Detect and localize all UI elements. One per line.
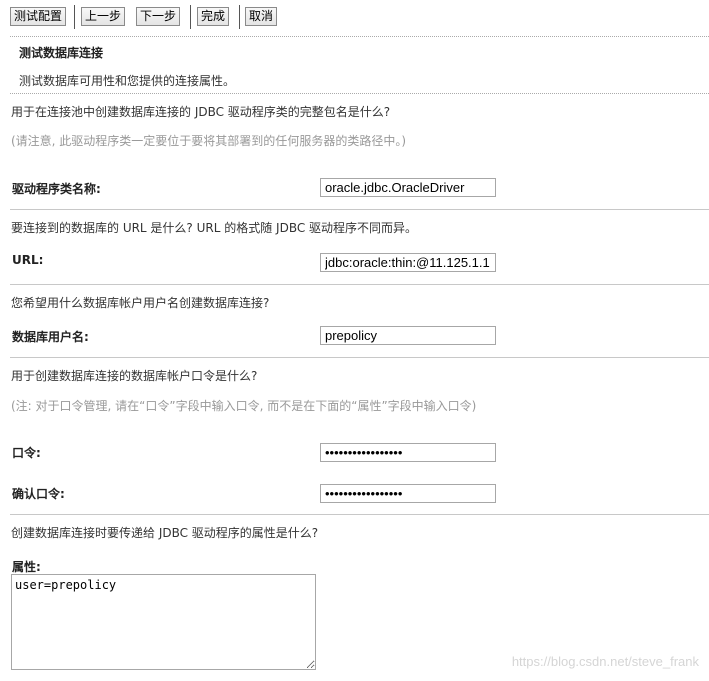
divider bbox=[10, 93, 709, 94]
password-label: 口令: bbox=[12, 446, 41, 460]
watermark: https://blog.csdn.net/steve_frank bbox=[511, 654, 699, 669]
url-input[interactable] bbox=[320, 253, 496, 272]
finish-button[interactable]: 完成 bbox=[197, 7, 230, 26]
username-label: 数据库用户名: bbox=[12, 330, 89, 344]
properties-textarea[interactable]: user=prepolicy bbox=[11, 574, 316, 670]
properties-label: 属性: bbox=[12, 560, 41, 574]
next-button[interactable]: 下一步 bbox=[136, 7, 181, 26]
confirm-password-label: 确认口令: bbox=[12, 487, 65, 501]
divider bbox=[10, 36, 709, 37]
password-question: 用于创建数据库连接的数据库帐户口令是什么? bbox=[11, 369, 258, 383]
prev-button[interactable]: 上一步 bbox=[81, 7, 126, 26]
driver-class-input[interactable] bbox=[320, 178, 496, 197]
driver-question: 用于在连接池中创建数据库连接的 JDBC 驱动程序类的完整包名是什么? bbox=[11, 105, 391, 119]
properties-question: 创建数据库连接时要传递给 JDBC 驱动程序的属性是什么? bbox=[11, 526, 319, 540]
divider bbox=[10, 284, 709, 285]
toolbar-separator bbox=[74, 5, 75, 29]
driver-note: (请注意, 此驱动程序类一定要位于要将其部署到的任何服务器的类路径中。) bbox=[11, 134, 406, 148]
divider bbox=[10, 357, 709, 358]
password-input[interactable] bbox=[320, 443, 496, 462]
url-label: URL: bbox=[12, 253, 44, 267]
test-config-button[interactable]: 测试配置 bbox=[10, 7, 67, 26]
username-input[interactable] bbox=[320, 326, 496, 345]
wizard-toolbar: 测试配置 上一步 下一步 完成 取消 bbox=[0, 0, 709, 36]
url-question: 要连接到的数据库的 URL 是什么? URL 的格式随 JDBC 驱动程序不同而… bbox=[11, 221, 418, 235]
section-title: 测试数据库连接 bbox=[19, 46, 104, 60]
section-description: 测试数据库可用性和您提供的连接属性。 bbox=[19, 74, 236, 88]
toolbar-separator bbox=[190, 5, 191, 29]
confirm-password-input[interactable] bbox=[320, 484, 496, 503]
toolbar-separator bbox=[239, 5, 240, 29]
divider bbox=[10, 514, 709, 515]
password-note: (注: 对于口令管理, 请在“口令”字段中输入口令, 而不是在下面的“属性”字段… bbox=[11, 399, 477, 413]
username-question: 您希望用什么数据库帐户用户名创建数据库连接? bbox=[11, 296, 270, 310]
divider bbox=[10, 209, 709, 210]
cancel-button[interactable]: 取消 bbox=[245, 7, 278, 26]
driver-class-label: 驱动程序类名称: bbox=[12, 182, 101, 196]
